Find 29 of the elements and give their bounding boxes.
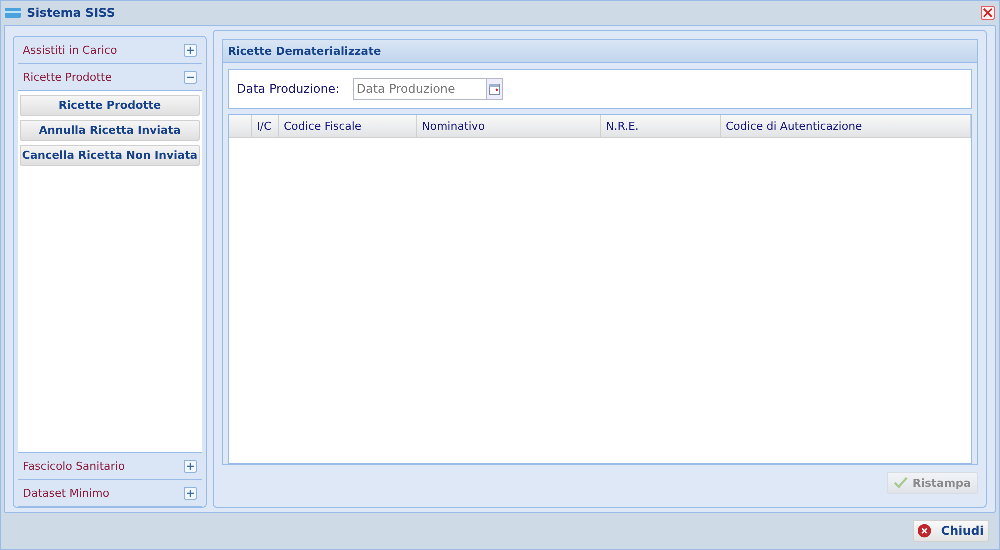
panel-title: Ricette Dematerializzate <box>228 44 382 58</box>
date-field[interactable]: Data Produzione <box>352 78 486 100</box>
collapse-icon[interactable] <box>184 70 197 84</box>
field-label: Data Produzione: <box>237 82 340 96</box>
column-header[interactable]: Codice di Autenticazione <box>721 115 971 137</box>
section-label: Ricette Prodotte <box>23 70 112 84</box>
section-label: Fascicolo Sanitario <box>23 460 126 472</box>
nav-button[interactable]: Cancella Ricetta Non Inviata <box>20 145 200 166</box>
nav-button[interactable]: Ricette Prodotte <box>20 95 200 116</box>
column-header[interactable]: N.R.E. <box>601 115 721 137</box>
accordion-header[interactable]: Assistiti in Carico <box>18 37 202 64</box>
nav-button[interactable]: Annulla Ricetta Inviata <box>20 120 200 141</box>
cancel-icon <box>918 524 932 538</box>
close-dialog-button[interactable]: Chiudi <box>913 520 989 542</box>
column-header[interactable]: Nominativo <box>417 115 601 137</box>
expand-icon[interactable] <box>184 486 197 500</box>
expand-icon[interactable] <box>184 44 197 56</box>
column-header[interactable]: I/C <box>252 115 279 137</box>
calendar-icon[interactable] <box>486 78 503 100</box>
expand-icon[interactable] <box>184 460 197 472</box>
accordion-header[interactable]: Dataset Minimo <box>18 480 202 507</box>
window-title: Sistema SISS <box>27 6 116 20</box>
column-header[interactable]: Codice Fiscale <box>279 115 417 137</box>
section-label: Assistiti in Carico <box>23 44 118 56</box>
window-icon <box>5 8 21 18</box>
close-button[interactable] <box>981 6 995 20</box>
section-label: Dataset Minimo <box>23 486 110 500</box>
accordion-header[interactable]: Fascicolo Sanitario <box>18 453 202 480</box>
checkmark-icon <box>894 477 908 489</box>
